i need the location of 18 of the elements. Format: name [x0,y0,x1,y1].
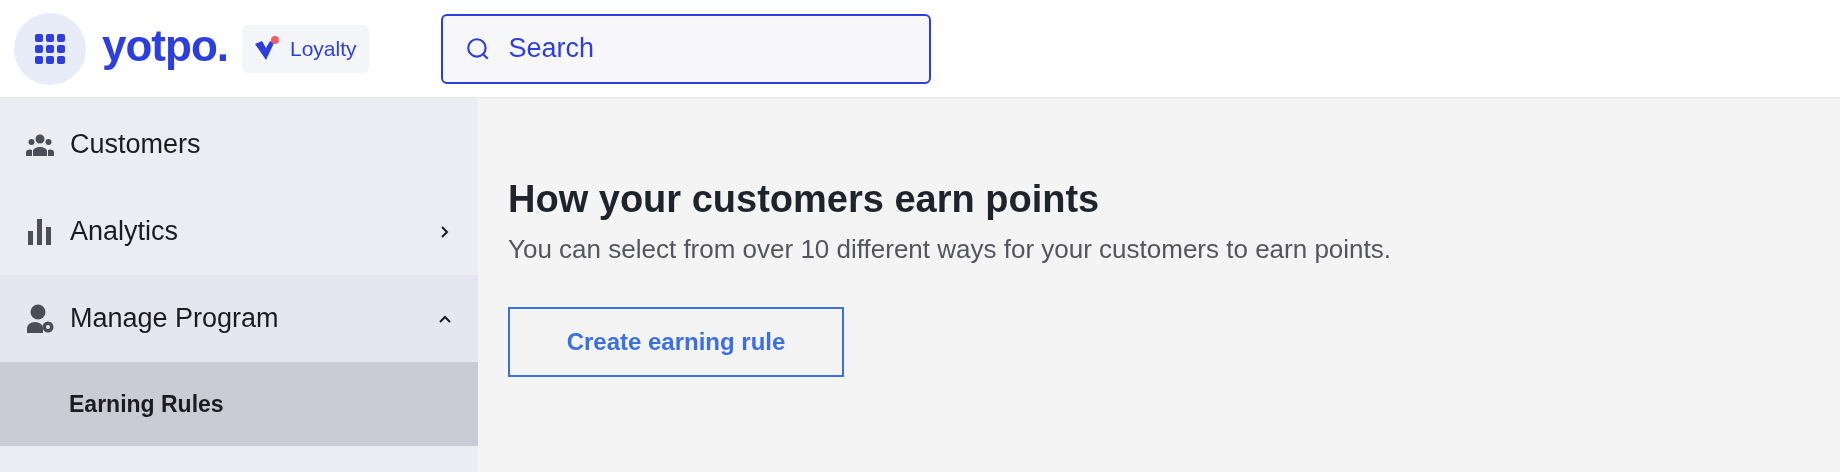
sidebar-item[interactable]: Analytics [0,188,478,275]
grid-icon [35,33,65,64]
sidebar-label: Manage Program [70,302,280,336]
people-icon [26,133,54,156]
search-field[interactable]: Search [440,13,931,84]
product-name: Loyalty [290,35,357,62]
sidebar-label: Customers [70,128,202,162]
sidebar-item[interactable]: Customers [0,101,478,188]
search-icon [464,35,491,62]
page-description: You can select from over 10 different ways for your customers to earn points. [508,232,1391,266]
sidebar-label: Analytics [70,215,180,249]
user-gear-icon [26,303,54,334]
bar-chart-icon [28,218,52,245]
sidebar-item[interactable]: Manage Program [0,275,478,362]
sidebar-subitem[interactable]: Earning Rules [0,362,478,446]
create-rule-button[interactable]: Create earning rule [508,306,844,377]
page-title: How your customers earn points [508,177,1100,222]
logo: yotpo. [102,23,228,72]
